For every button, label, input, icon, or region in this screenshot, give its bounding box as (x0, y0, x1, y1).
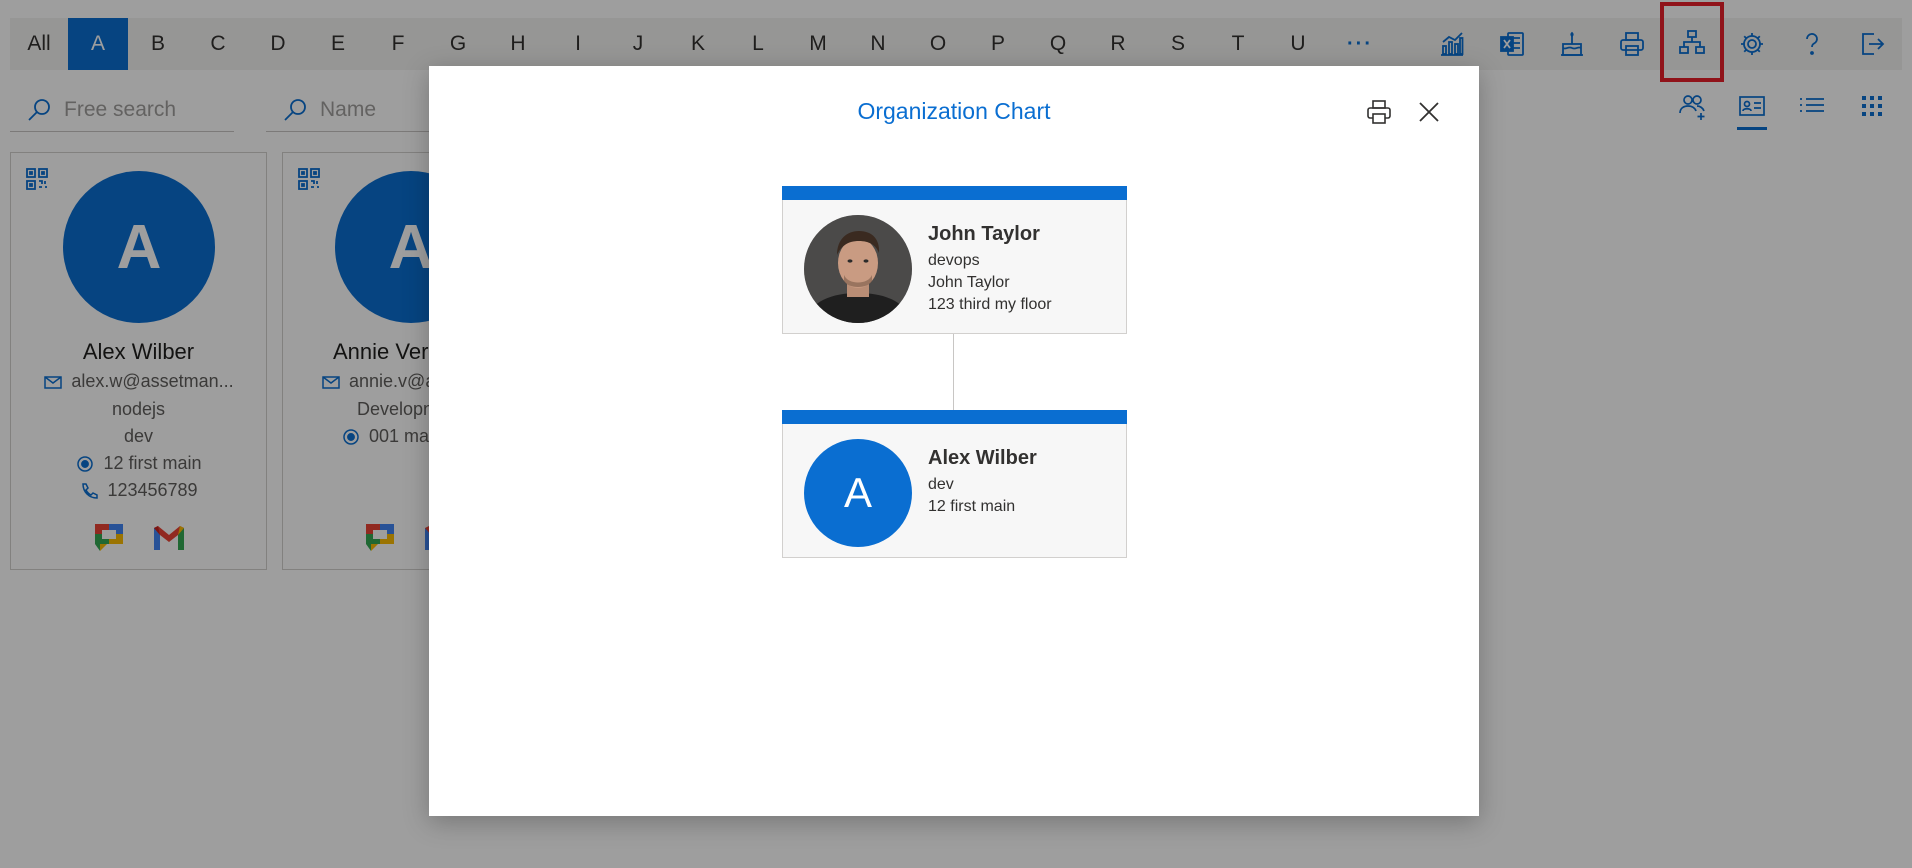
org-node-name: Alex Wilber (928, 447, 1037, 469)
print-icon (1367, 100, 1391, 124)
org-node-manager[interactable]: John Taylor devops John Taylor 123 third… (782, 186, 1127, 334)
org-chart-dialog: Organization Chart John Taylor devops Jo… (429, 66, 1479, 816)
person-photo-icon (804, 215, 912, 323)
org-connector-line (953, 334, 954, 410)
dialog-close-button[interactable] (1411, 94, 1447, 130)
dialog-print-button[interactable] (1361, 94, 1397, 130)
close-icon (1419, 102, 1439, 122)
profile-photo (804, 215, 912, 323)
org-node-name: John Taylor (928, 223, 1040, 245)
org-node-info: Alex Wilber dev 12 first main (928, 447, 1037, 518)
org-node-accent-bar (782, 186, 1127, 200)
org-node-department: devops (928, 252, 980, 269)
org-node-report[interactable]: A Alex Wilber dev 12 first main (782, 410, 1127, 558)
dialog-title: Organization Chart (857, 98, 1051, 124)
org-node-manager-name: John Taylor (928, 274, 1010, 291)
org-node-accent-bar (782, 410, 1127, 424)
org-node-address: 12 first main (928, 498, 1016, 515)
org-node-address: 123 third my floor (928, 296, 1052, 313)
org-node-info: John Taylor devops John Taylor 123 third… (928, 223, 1052, 316)
org-node-title: dev (928, 476, 954, 493)
avatar: A (804, 439, 912, 547)
